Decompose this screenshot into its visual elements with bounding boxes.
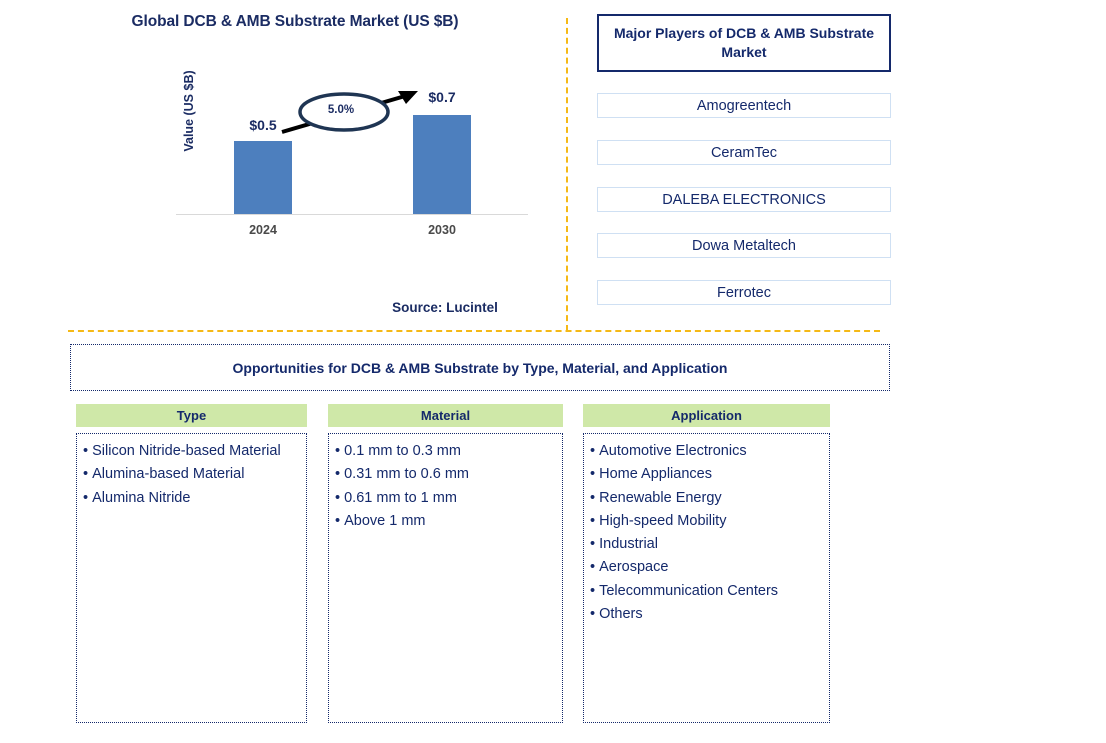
bar-2030 <box>413 115 471 214</box>
player-item-amogreentech[interactable]: Amogreentech <box>597 93 891 118</box>
chart-y-axis-label: Value (US $B) <box>182 70 196 152</box>
list-item: Silicon Nitride-based Material <box>83 442 300 461</box>
chart-x-axis-line <box>176 214 528 215</box>
column-body-application: Automotive Electronics Home Appliances R… <box>583 433 830 723</box>
x-tick-2024: 2024 <box>249 223 277 237</box>
list-item: Telecommunication Centers <box>590 582 823 601</box>
list-item: Alumina-based Material <box>83 465 300 484</box>
list-item: Industrial <box>590 535 823 554</box>
chart-title: Global DCB & AMB Substrate Market (US $B… <box>131 13 459 30</box>
list-item: 0.1 mm to 0.3 mm <box>335 442 556 461</box>
column-header-material: Material <box>328 404 563 427</box>
list-item: Alumina Nitride <box>83 489 300 508</box>
list-item: Renewable Energy <box>590 489 823 508</box>
player-item-ceramtec[interactable]: CeramTec <box>597 140 891 165</box>
opportunities-banner: Opportunities for DCB & AMB Substrate by… <box>70 344 890 391</box>
column-header-type: Type <box>76 404 307 427</box>
player-item-daleba-electronics[interactable]: DALEBA ELECTRONICS <box>597 187 891 212</box>
list-item: Above 1 mm <box>335 512 556 531</box>
list-item: Home Appliances <box>590 465 823 484</box>
column-header-application: Application <box>583 404 830 427</box>
list-item: High-speed Mobility <box>590 512 823 531</box>
vertical-divider <box>566 18 568 331</box>
list-item: 0.61 mm to 1 mm <box>335 489 556 508</box>
list-item: 0.31 mm to 0.6 mm <box>335 465 556 484</box>
list-item: Aerospace <box>590 558 823 577</box>
player-item-dowa-metaltech[interactable]: Dowa Metaltech <box>597 233 891 258</box>
player-item-ferrotec[interactable]: Ferrotec <box>597 280 891 305</box>
major-players-header: Major Players of DCB & AMB Substrate Mar… <box>597 14 891 72</box>
list-item: Automotive Electronics <box>590 442 823 461</box>
infographic-page: Global DCB & AMB Substrate Market (US $B… <box>0 0 1106 743</box>
horizontal-divider <box>68 330 880 332</box>
bar-2024 <box>234 141 292 214</box>
application-list: Automotive Electronics Home Appliances R… <box>590 442 823 624</box>
column-body-type: Silicon Nitride-based Material Alumina-b… <box>76 433 307 723</box>
material-list: 0.1 mm to 0.3 mm 0.31 mm to 0.6 mm 0.61 … <box>335 442 556 531</box>
source-note: Source: Lucintel <box>392 300 498 315</box>
cagr-label: 5.0% <box>327 104 355 116</box>
column-body-material: 0.1 mm to 0.3 mm 0.31 mm to 0.6 mm 0.61 … <box>328 433 563 723</box>
x-tick-2030: 2030 <box>428 223 456 237</box>
list-item: Others <box>590 605 823 624</box>
type-list: Silicon Nitride-based Material Alumina-b… <box>83 442 300 508</box>
